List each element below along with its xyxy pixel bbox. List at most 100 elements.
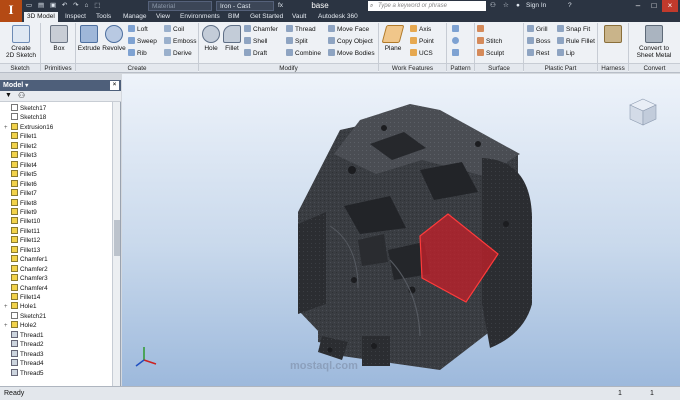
shell-button[interactable]: Shell [244, 37, 267, 46]
loft-button[interactable]: Loft [128, 25, 148, 34]
open-icon[interactable]: ▤ [38, 2, 44, 9]
hole-button[interactable]: Hole [201, 25, 221, 52]
sweep-button[interactable]: Sweep [128, 37, 157, 46]
browser-item[interactable]: Chamfer3 [4, 274, 48, 283]
create-2d-sketch-button[interactable]: Create 2D Sketch [4, 25, 38, 59]
axis-button[interactable]: Axis [410, 25, 431, 34]
emboss-button[interactable]: Emboss [164, 37, 196, 46]
derive-button[interactable]: Derive [164, 49, 192, 58]
browser-item[interactable]: Thread1 [4, 330, 43, 340]
browser-item[interactable]: Chamfer4 [4, 283, 48, 293]
browser-item[interactable]: Fillet9 [4, 207, 37, 217]
point-button[interactable]: Point [410, 37, 434, 46]
browser-item[interactable]: Fillet6 [4, 179, 37, 189]
move-face-button[interactable]: Move Face [328, 25, 369, 34]
thicken-button[interactable] [477, 25, 486, 34]
browser-item[interactable]: Chamfer2 [4, 264, 48, 274]
minimize-button[interactable]: – [630, 0, 646, 12]
rest-button[interactable]: Rest [527, 49, 549, 58]
browser-item[interactable]: Fillet10 [4, 217, 40, 226]
browser-scrollbar[interactable] [112, 102, 120, 386]
app-logo-button[interactable]: I [0, 0, 22, 22]
rule-fillet-button[interactable]: Rule Fillet [557, 37, 595, 46]
grill-button[interactable]: Grill [527, 25, 548, 34]
browser-item[interactable]: Fillet1 [4, 132, 37, 141]
ucs-button[interactable]: UCS [410, 49, 433, 58]
fx-button[interactable]: fx [278, 1, 283, 11]
save-icon[interactable]: ▣ [50, 2, 56, 9]
appearance-dropdown[interactable]: Iron - Cast [216, 1, 274, 11]
browser-item[interactable]: Fillet13 [4, 245, 40, 255]
extrude-button[interactable]: Extrude [77, 25, 101, 52]
box-button[interactable]: Box [47, 25, 71, 52]
chamfer-button[interactable]: Chamfer [244, 25, 278, 34]
home-icon[interactable]: ⌂ [84, 2, 88, 9]
browser-item[interactable]: Thread2 [4, 340, 43, 349]
scrollbar-thumb[interactable] [114, 220, 120, 256]
convert-to-sheet-metal-button[interactable]: Convert to Sheet Metal [629, 25, 679, 59]
select-icon[interactable]: ⬚ [94, 2, 100, 9]
model-canvas[interactable] [122, 74, 680, 386]
browser-item[interactable]: + Hole2 [4, 321, 36, 330]
coil-button[interactable]: Coil [164, 25, 184, 34]
revolve-button[interactable]: Revolve [102, 25, 126, 52]
browser-item[interactable]: + Hole1 [4, 302, 36, 311]
browser-item[interactable]: Fillet5 [4, 170, 37, 179]
chevron-down-icon[interactable]: ▾ [25, 83, 28, 89]
tab-autodesk-360[interactable]: Autodesk 360 [315, 12, 361, 22]
binoculars-icon[interactable]: ⚇ [490, 1, 496, 11]
browser-item[interactable]: Sketch21 [4, 311, 46, 321]
cast-iron-part[interactable] [298, 104, 532, 370]
move-bodies-button[interactable]: Move Bodies [328, 49, 375, 58]
browser-item[interactable]: Thread4 [4, 359, 43, 368]
browser-item[interactable]: Fillet7 [4, 189, 37, 198]
graphics-viewport[interactable] [122, 74, 680, 386]
close-button[interactable]: × [662, 0, 678, 12]
draft-button[interactable]: Draft [244, 49, 267, 58]
communication-center-icon[interactable]: ☆ [503, 1, 509, 11]
help-icon[interactable]: ? [568, 1, 572, 11]
tab-view[interactable]: View [153, 12, 173, 22]
plane-button[interactable]: Plane [381, 25, 405, 52]
browser-close-button[interactable]: × [110, 81, 119, 90]
harness-button[interactable] [603, 25, 623, 45]
binoculars-icon[interactable]: ⚇ [18, 91, 25, 100]
user-icon[interactable]: ● [516, 1, 520, 11]
tab-environments[interactable]: Environments [177, 12, 223, 22]
browser-item[interactable]: Chamfer1 [4, 255, 48, 264]
lip-button[interactable]: Lip [557, 49, 575, 58]
thread-button[interactable]: Thread [286, 25, 316, 34]
tab-get-started[interactable]: Get Started [247, 12, 286, 22]
maximize-button[interactable]: □ [646, 0, 662, 12]
combine-button[interactable]: Combine [286, 49, 321, 58]
search-input[interactable]: ⌕ Type a keyword or phrase [368, 1, 486, 11]
fillet-button[interactable]: Fillet [222, 25, 242, 52]
sculpt-button[interactable]: Sculpt [477, 49, 504, 58]
browser-item[interactable]: Fillet8 [4, 198, 37, 208]
boss-button[interactable]: Boss [527, 37, 550, 46]
rectangular-pattern-button[interactable] [452, 25, 461, 34]
browser-item[interactable]: Fillet12 [4, 236, 40, 245]
browser-item[interactable]: Sketch18 [4, 113, 46, 122]
viewcube-icon[interactable] [627, 96, 659, 128]
browser-item[interactable]: Thread5 [4, 368, 43, 378]
browser-item[interactable]: Fillet14 [4, 293, 40, 302]
stitch-button[interactable]: Stitch [477, 37, 502, 46]
browser-item[interactable]: Fillet4 [4, 160, 37, 170]
browser-item[interactable]: Fillet3 [4, 151, 37, 160]
undo-icon[interactable]: ↶ [62, 2, 67, 9]
tab-3d-model[interactable]: 3D Model [24, 12, 58, 22]
browser-item[interactable]: + Extrusion16 [4, 122, 53, 132]
browser-title[interactable]: Model [3, 82, 23, 89]
filter-icon[interactable]: ▼ [5, 92, 12, 99]
browser-item[interactable]: Thread3 [4, 349, 43, 359]
redo-icon[interactable]: ↷ [73, 2, 78, 9]
material-dropdown[interactable]: Material [148, 1, 212, 11]
sign-in-link[interactable]: Sign In [526, 1, 546, 11]
tab-vault[interactable]: Vault [289, 12, 309, 22]
tab-inspect[interactable]: Inspect [62, 12, 89, 22]
tab-manage[interactable]: Manage [120, 12, 150, 22]
snap-fit-button[interactable]: Snap Fit [557, 25, 590, 34]
new-icon[interactable]: ▭ [26, 2, 32, 9]
browser-item[interactable]: Fillet2 [4, 141, 37, 151]
